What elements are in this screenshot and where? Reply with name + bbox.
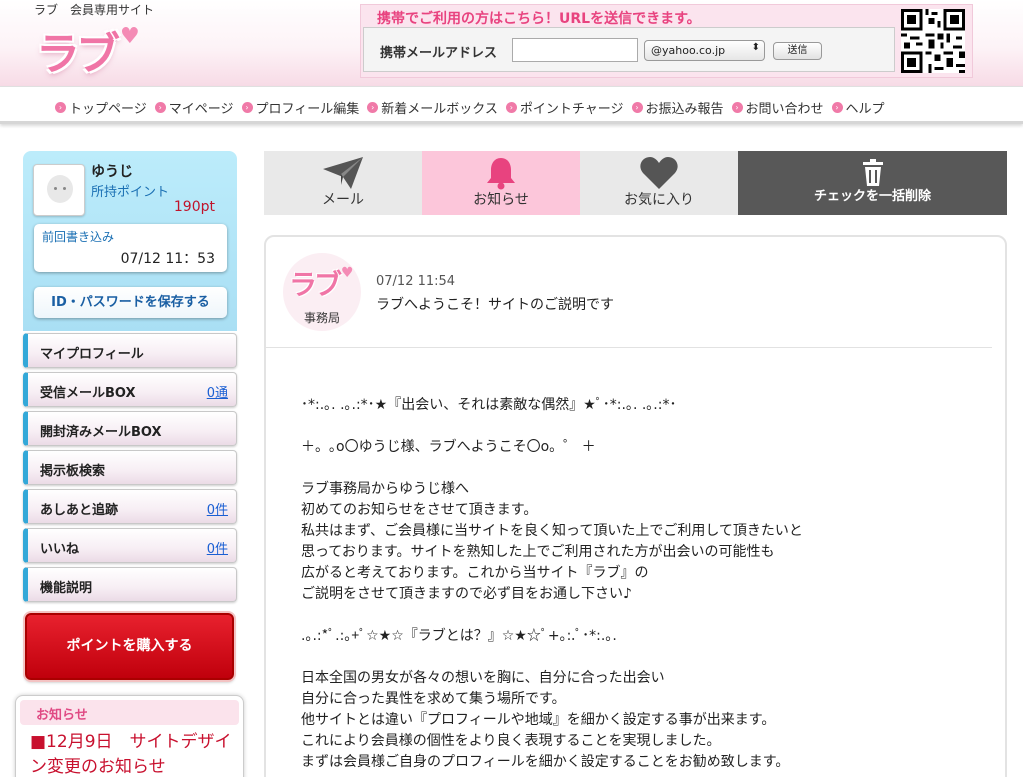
nav-item-label: 新着メールボックス	[381, 102, 498, 117]
chevron-right-icon: ›	[505, 102, 517, 113]
avatar-face-icon	[47, 175, 73, 203]
bulk-delete-button[interactable]: チェックを一括削除	[738, 151, 1007, 215]
notice-link[interactable]: ■12月9日 サイトデザイン変更のお知らせ	[30, 730, 235, 777]
select-arrows-icon: ⬍	[751, 42, 760, 53]
mobile-email-input[interactable]	[512, 38, 638, 62]
nav-item-label: お問い合わせ	[745, 102, 824, 117]
mobile-url-form: 携帯メールアドレス @yahoo.co.jp ⬍ 送信	[363, 27, 895, 72]
logo-text: ラブ	[36, 29, 120, 80]
sender-avatar: ラブ ♥ 事務局	[283, 253, 361, 331]
points-label: 所持ポイント	[91, 185, 170, 200]
sender-logo-text: ラブ	[289, 268, 342, 301]
tab-favorite-label: お気に入り	[624, 192, 694, 208]
trash-icon	[862, 159, 883, 186]
sidebar-item-likes[interactable]: いいね 0件	[23, 528, 237, 563]
heart-icon: ♥	[120, 24, 140, 49]
tab-mail-label: メール	[322, 192, 364, 208]
message-tabs: メール お知らせ お気に入り チェックを一括削除	[264, 151, 1007, 215]
message-divider	[266, 347, 992, 348]
nav-item-label: ポイントチャージ	[519, 102, 624, 117]
message-panel: ラブ ♥ 事務局 07/12 11:54 ラブへようこそ！サイトのご説明です ･…	[264, 235, 1007, 777]
nav-item-help[interactable]: › ヘルプ	[831, 98, 885, 117]
nav-item-label: お振込み報告	[645, 102, 724, 117]
sidebar-menu: マイプロフィール 受信メールBOX 0通 開封済みメールBOX 掲示板検索 あし…	[23, 333, 237, 606]
sender-label: 事務局	[303, 311, 340, 325]
tab-mail[interactable]: メール	[264, 151, 422, 215]
sidebar-item-label: 受信メールBOX	[40, 386, 136, 401]
last-post-time: 07/12 11：53	[120, 251, 215, 267]
nav-item-label: ヘルプ	[845, 102, 885, 117]
tab-notice-label: お知らせ	[473, 192, 529, 208]
paper-plane-icon	[323, 157, 363, 189]
last-post-label: 前回書き込み	[42, 230, 115, 244]
chevron-right-icon: ›	[55, 102, 66, 113]
heart-icon	[640, 157, 678, 189]
user-name: ゆうじ	[91, 164, 133, 180]
message-body: ･*:.｡. .｡.:*･★『出会い、それは素敵な偶然』★ﾟ･*:.｡. .｡.…	[301, 397, 803, 770]
chevron-right-icon: ›	[731, 102, 743, 113]
avatar-eye	[63, 187, 66, 190]
mobile-url-title: 携帯でご利用の方はこちら！URLを送信できます。	[377, 11, 701, 27]
site-header: ラブ 会員専用サイト ラブ ♥ 携帯でご利用の方はこちら！URLを送信できます。…	[0, 0, 1023, 86]
sidebar-item-opened-mail[interactable]: 開封済みメールBOX	[23, 411, 237, 446]
notice-title: お知らせ	[36, 708, 88, 723]
avatar-eye	[54, 187, 57, 190]
sidebar-item-footprints[interactable]: あしあと追跡 0件	[23, 489, 237, 524]
qr-code-icon	[901, 9, 965, 73]
chevron-right-icon: ›	[831, 102, 843, 113]
nav-item-label: トップページ	[69, 102, 147, 117]
tab-notice[interactable]: お知らせ	[422, 151, 580, 215]
chevron-right-icon: ›	[241, 102, 253, 113]
notice-box: お知らせ ■12月9日 サイトデザイン変更のお知らせ	[15, 695, 244, 777]
nav-items: › トップページ › マイページ › プロフィール編集 › 新着メールボックス › ポイン…	[55, 98, 893, 117]
sidebar-item-label: あしあと追跡	[40, 503, 119, 518]
nav-item-label: プロフィール編集	[255, 102, 360, 117]
heart-icon: ♥	[341, 265, 354, 281]
sidebar-item-label: 掲示板検索	[40, 464, 106, 479]
sidebar-item-label: 機能説明	[40, 581, 93, 596]
mobile-domain-selected: @yahoo.co.jp	[651, 44, 726, 57]
sidebar-item-features[interactable]: 機能説明	[23, 567, 237, 602]
notice-header: お知らせ	[20, 700, 239, 725]
sidebar-item-label: マイプロフィール	[40, 347, 144, 362]
nav-item-label: マイページ	[168, 102, 234, 117]
chevron-right-icon: ›	[631, 102, 643, 113]
sidebar-item-board-search[interactable]: 掲示板検索	[23, 450, 237, 485]
sidebar-item-inbox[interactable]: 受信メールBOX 0通	[23, 372, 237, 407]
nav-item-new-mail[interactable]: › 新着メールボックス	[367, 98, 498, 117]
nav-item-top[interactable]: › トップページ	[55, 98, 147, 117]
send-button[interactable]: 送信	[773, 42, 822, 60]
profile-panel: ゆうじ 所持ポイント 190pt 前回書き込み 07/12 11：53 ID・パ…	[23, 151, 237, 331]
main-nav: › トップページ › マイページ › プロフィール編集 › 新着メールボックス › ポイン…	[0, 86, 1023, 124]
site-logo[interactable]: ラブ ♥	[36, 16, 144, 80]
message-subject: ラブへようこそ！サイトのご説明です	[376, 297, 614, 313]
sidebar-item-label: 開封済みメールBOX	[40, 425, 162, 440]
inbox-count-link[interactable]: 0通	[207, 382, 228, 401]
nav-item-transfer-report[interactable]: › お振込み報告	[631, 98, 724, 117]
tab-favorite[interactable]: お気に入り	[580, 151, 738, 215]
sidebar-item-my-profile[interactable]: マイプロフィール	[23, 333, 237, 368]
chevron-right-icon: ›	[154, 102, 166, 113]
last-post-box: 前回書き込み 07/12 11：53	[34, 224, 227, 272]
footprints-count-link[interactable]: 0件	[207, 499, 228, 518]
save-id-password-button[interactable]: ID・パスワードを保存する	[34, 287, 227, 318]
nav-item-mypage[interactable]: › マイページ	[154, 98, 234, 117]
mobile-url-box: 携帯でご利用の方はこちら！URLを送信できます。 携帯メールアドレス @yaho…	[360, 4, 973, 78]
mobile-email-label: 携帯メールアドレス	[380, 46, 498, 61]
message-date: 07/12 11:54	[376, 274, 456, 289]
avatar[interactable]	[33, 164, 85, 216]
bell-icon	[487, 158, 515, 190]
points-value: 190pt	[173, 199, 215, 215]
bulk-delete-label: チェックを一括削除	[813, 189, 931, 204]
nav-item-point-charge[interactable]: › ポイントチャージ	[505, 98, 624, 117]
nav-item-contact[interactable]: › お問い合わせ	[731, 98, 824, 117]
likes-count-link[interactable]: 0件	[207, 538, 228, 557]
nav-item-profile-edit[interactable]: › プロフィール編集	[241, 98, 360, 117]
mobile-domain-select[interactable]: @yahoo.co.jp ⬍	[644, 40, 765, 61]
sidebar-item-label: いいね	[40, 542, 80, 557]
chevron-right-icon: ›	[367, 102, 379, 113]
buy-points-button[interactable]: ポイントを購入する	[25, 613, 234, 680]
